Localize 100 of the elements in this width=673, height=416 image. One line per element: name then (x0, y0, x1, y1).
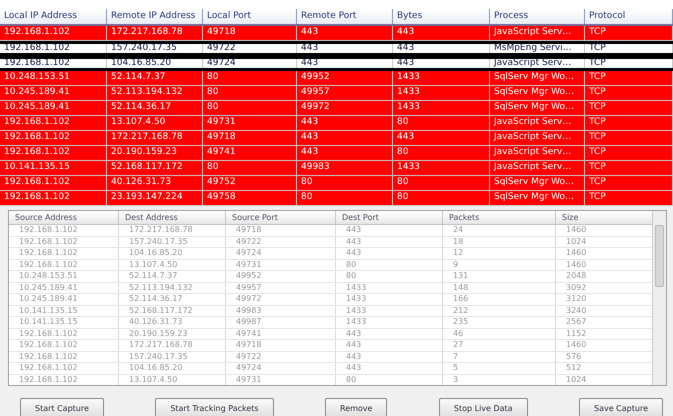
table-cell: SqlServ Mgr Wo… (490, 86, 585, 100)
table-cell: 10.245.189.41 (0, 101, 107, 115)
table-cell: 49987 (226, 317, 336, 328)
table-cell: 212 (443, 306, 556, 316)
action-button[interactable]: Save Capture (579, 398, 663, 416)
table-cell: 443 (297, 59, 393, 68)
connection-row[interactable]: 192.168.1.102 172.217.168.78 49718 443 443 JavaScript Serv… TCP (0, 26, 673, 41)
table-cell: TCP (585, 71, 673, 85)
table-cell: 80 (393, 191, 490, 205)
table-cell: 192.168.1.102 (0, 44, 107, 53)
table-cell: 192.168.1.102 (9, 352, 119, 362)
connection-row[interactable]: 10.248.153.51 52.114.7.37 80 49952 1433 SqlServ Mgr Wo… TCP (0, 71, 673, 86)
table-cell: 443 (297, 116, 393, 130)
table-cell: TCP (585, 101, 673, 115)
action-button[interactable]: Stop Live Data (438, 398, 528, 416)
table-cell: 192.168.1.102 (9, 363, 119, 374)
table-cell: MsMpEng Servi… (490, 44, 585, 53)
table-cell: TCP (585, 176, 673, 190)
table-cell: 52.114.36.17 (107, 101, 203, 115)
column-header[interactable]: Source Port (226, 211, 336, 224)
column-header[interactable]: Source Address (9, 211, 119, 224)
scrollbar-thumb[interactable] (655, 225, 664, 287)
table-cell: TCP (585, 59, 673, 68)
table-cell: 49957 (297, 86, 393, 100)
table-cell: 49758 (203, 191, 297, 205)
table-cell: 192.168.1.102 (0, 59, 107, 68)
table-cell: 192.168.1.102 (9, 340, 119, 350)
column-header[interactable]: Process (490, 9, 585, 24)
table-cell: 49724 (226, 248, 336, 258)
table-cell: 172.217.168.78 (107, 26, 203, 40)
table-cell: 49952 (226, 271, 336, 282)
table-cell: SqlServ Mgr Wo… (490, 176, 585, 190)
table-cell: 443 (336, 363, 443, 374)
table-cell: 148 (443, 282, 556, 293)
connection-row[interactable]: 10.245.189.41 52.113.194.132 80 49957 1433 SqlServ Mgr Wo… TCP (0, 86, 673, 101)
table-cell: 443 (297, 131, 393, 145)
table-cell: 443 (297, 44, 393, 53)
table-cell: 40.126.31.73 (119, 317, 226, 328)
column-header[interactable]: Remote Port (297, 9, 393, 24)
table-cell: 49722 (226, 236, 336, 247)
table-cell: 192.168.1.102 (9, 260, 119, 270)
action-button[interactable]: Start Capture (20, 398, 104, 416)
table-cell: TCP (585, 116, 673, 130)
table-cell: 1433 (336, 294, 443, 304)
table-cell: 443 (393, 59, 490, 68)
column-header[interactable]: Remote IP Address (107, 9, 203, 24)
column-header[interactable]: Local Port (203, 9, 297, 24)
table-cell: 80 (393, 116, 490, 130)
table-cell: TCP (585, 26, 673, 40)
table-cell: 49724 (203, 59, 297, 68)
table-cell: 192.168.1.102 (0, 116, 107, 130)
column-header[interactable]: Protocol (585, 9, 673, 24)
table-cell: JavaScript Serv… (490, 161, 585, 175)
column-header[interactable]: Dest Port (336, 211, 443, 224)
table-cell: 1433 (393, 86, 490, 100)
connection-row[interactable]: 192.168.1.102 23.193.147.224 49758 80 80 SqlServ Mgr Wo… TCP (0, 191, 673, 206)
column-header[interactable]: Packets (443, 211, 556, 224)
table-cell: 1433 (393, 101, 490, 115)
table-cell: 49718 (226, 225, 336, 236)
action-button[interactable]: Remove (325, 398, 388, 416)
connection-row[interactable]: 192.168.1.102 172.217.168.78 49718 443 443 JavaScript Serv… TCP (0, 131, 673, 146)
table-cell: 443 (336, 328, 443, 339)
table-cell: 18 (443, 236, 556, 247)
table-cell: 192.168.1.102 (0, 191, 107, 205)
table-cell: 157.240.17.35 (119, 352, 226, 362)
column-header[interactable]: Local IP Address (0, 9, 107, 24)
table-cell: 10.141.135.15 (9, 306, 119, 316)
table-cell: JavaScript Serv… (490, 59, 585, 68)
table-cell: 157.240.17.35 (119, 236, 226, 247)
table-cell: 104.16.85.20 (119, 363, 226, 374)
connection-row[interactable]: 192.168.1.102 40.126.31.73 49752 80 80 SqlServ Mgr Wo… TCP (0, 176, 673, 191)
connection-row[interactable]: 192.168.1.102 20.190.159.23 49741 443 80 JavaScript Serv… TCP (0, 146, 673, 161)
table-cell: JavaScript Serv… (490, 26, 585, 40)
column-header[interactable]: Dest Address (119, 211, 226, 224)
table-cell: SqlServ Mgr Wo… (490, 101, 585, 115)
table-cell: 10.245.189.41 (0, 86, 107, 100)
connection-row[interactable]: 10.245.189.41 52.114.36.17 80 49972 1433 SqlServ Mgr Wo… TCP (0, 101, 673, 116)
table-cell: 49731 (203, 116, 297, 130)
table-cell: 49983 (297, 161, 393, 175)
column-header[interactable]: Bytes (393, 9, 490, 24)
table-cell: 192.168.1.102 (9, 236, 119, 247)
table-cell: 23.193.147.224 (107, 191, 203, 205)
table-cell: 1433 (336, 306, 443, 316)
table-cell: 20.190.159.23 (107, 146, 203, 160)
table-cell: 80 (393, 176, 490, 190)
table-cell: 10.248.153.51 (9, 271, 119, 282)
table-cell: TCP (585, 161, 673, 175)
connection-row[interactable]: 192.168.1.102 104.16.85.20 49724 443 443 JavaScript Serv… TCP (0, 56, 673, 71)
connection-row[interactable]: 10.141.135.15 52.168.117.172 80 49983 1433 JavaScript Serv… TCP (0, 161, 673, 176)
connection-row[interactable]: 192.168.1.102 13.107.4.50 49731 443 80 JavaScript Serv… TCP (0, 116, 673, 131)
table-cell: 49724 (226, 363, 336, 374)
table-cell: 80 (297, 191, 393, 205)
table-cell: 3 (443, 374, 556, 385)
table-cell: 49722 (226, 352, 336, 362)
table-cell: 49731 (226, 260, 336, 270)
scrollbar[interactable] (652, 211, 666, 385)
action-button[interactable]: Start Tracking Packets (155, 398, 274, 416)
table-cell: 49972 (297, 101, 393, 115)
connection-row[interactable]: 192.168.1.102 157.240.17.35 49722 443 443 MsMpEng Servi… TCP (0, 41, 673, 56)
table-cell: 9 (443, 260, 556, 270)
